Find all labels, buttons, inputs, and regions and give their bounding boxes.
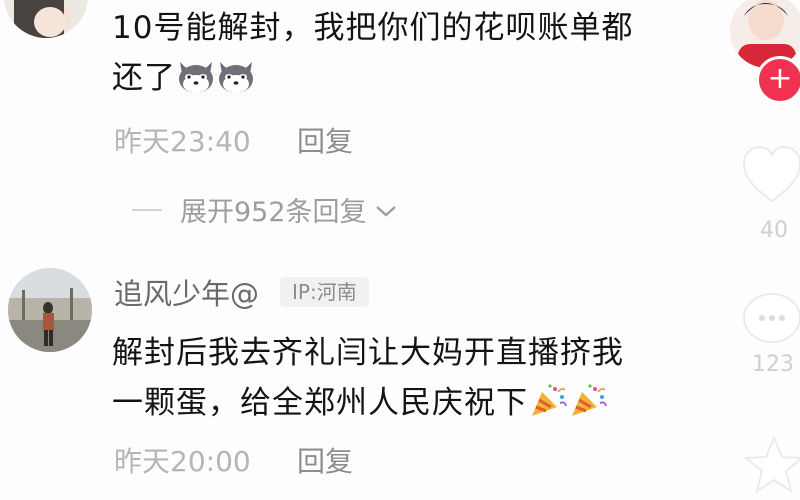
comments-count: 123 bbox=[752, 352, 794, 377]
comment-body: 10号能解封，我把你们的花呗账单都 还了 bbox=[112, 3, 712, 103]
commenter-username[interactable]: 追风少年@ bbox=[114, 271, 259, 313]
commenter-avatar[interactable] bbox=[4, 0, 88, 38]
likes-count: 40 bbox=[760, 218, 788, 243]
comment-timestamp: 昨天23:40 bbox=[114, 125, 251, 158]
comment-line: 还了 bbox=[112, 60, 176, 96]
follow-button[interactable]: + bbox=[756, 56, 800, 104]
comment-body: 解封后我去齐礼闫让大妈开直播挤我 一颗蛋，给全郑州人民庆祝下 bbox=[112, 328, 722, 428]
ip-location-badge: IP:河南 bbox=[280, 277, 369, 307]
commenter-avatar[interactable] bbox=[8, 268, 92, 352]
comment-icon[interactable] bbox=[738, 290, 800, 354]
star-icon[interactable] bbox=[743, 435, 800, 498]
party-popper-icon bbox=[568, 383, 608, 419]
heart-icon[interactable] bbox=[740, 145, 800, 209]
comment-line: 解封后我去齐礼闫让大妈开直播挤我 bbox=[112, 335, 624, 371]
husky-face-icon bbox=[176, 58, 216, 94]
chevron-down-icon bbox=[375, 194, 397, 225]
expand-replies-label: 展开952条回复 bbox=[180, 197, 367, 228]
divider-line bbox=[132, 208, 162, 211]
reply-button[interactable]: 回复 bbox=[297, 440, 353, 480]
comment-feed: 10号能解封，我把你们的花呗账单都 还了 昨天23:40 回复 展开952条回复… bbox=[0, 0, 800, 500]
comment-timestamp: 昨天20:00 bbox=[114, 445, 251, 478]
comment-line: 10号能解封，我把你们的花呗账单都 bbox=[112, 10, 634, 46]
expand-replies-button[interactable]: 展开952条回复 bbox=[132, 190, 397, 229]
party-popper-icon bbox=[528, 383, 568, 419]
reply-button[interactable]: 回复 bbox=[297, 120, 353, 160]
comment-line: 一颗蛋，给全郑州人民庆祝下 bbox=[112, 385, 528, 421]
husky-face-icon bbox=[216, 58, 256, 94]
